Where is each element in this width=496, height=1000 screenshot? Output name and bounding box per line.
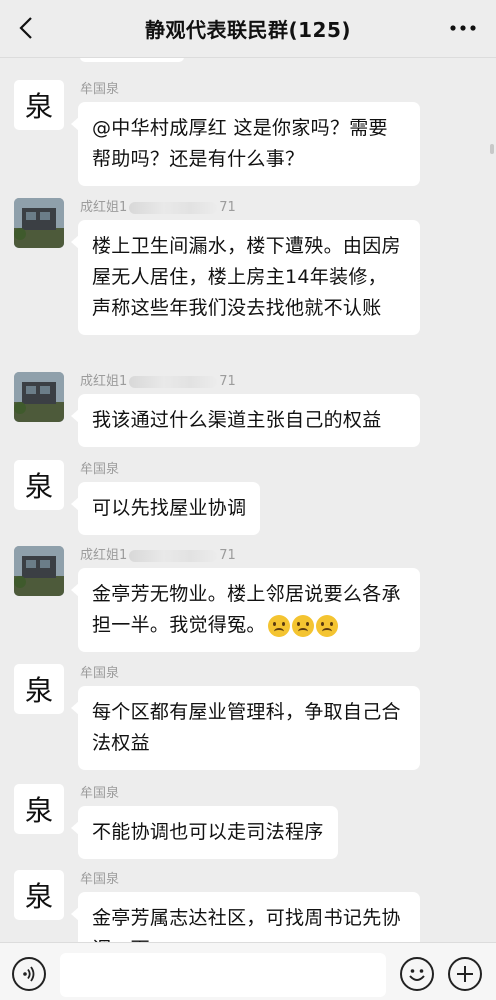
voice-button[interactable] [12, 957, 46, 991]
message-bubble[interactable]: 不能协调也可以走司法程序 [71, 806, 338, 859]
page-title: 静观代表联民群(125) [144, 18, 352, 42]
emoji-icon [409, 969, 425, 981]
message-bubble[interactable]: 我该通过什么渠道主张自己的权益 [71, 394, 420, 447]
input-bar [0, 942, 496, 1000]
sender-name: 牟国泉 [80, 666, 120, 681]
sender-name: 成红姐1 71 [80, 548, 236, 563]
avatar[interactable] [14, 372, 64, 422]
emoji-button[interactable] [400, 957, 434, 991]
sender-name: 成红姐1 71 [80, 374, 236, 389]
plus-button[interactable] [448, 957, 482, 991]
chat-area[interactable]: 泉 牟国泉 @中华村成厚红 这是你家吗？需要帮助吗？还是有什么事？ 成红姐1 71… [0, 58, 496, 942]
header-bar: 静观代表联民群(125) [0, 0, 496, 58]
house-photo-icon [14, 372, 64, 422]
message-input[interactable] [60, 953, 386, 997]
sender-name: 牟国泉 [80, 82, 120, 97]
avatar[interactable]: 泉 [14, 664, 64, 714]
house-photo-icon [14, 546, 64, 596]
house-photo-icon [14, 198, 64, 248]
back-button[interactable] [12, 14, 40, 42]
sender-name: 成红姐1 71 [80, 200, 236, 215]
frowning-face-emoji-icon [267, 614, 290, 637]
message-bubble[interactable]: 楼上卫生间漏水，楼下遭殃。由因房屋无人居住，楼上房主14年装修，声称这些年我们没… [71, 220, 420, 335]
message-bubble[interactable]: 可以先找屋业协调 [70, 482, 261, 535]
avatar[interactable]: 泉 [14, 80, 64, 130]
message-bubble[interactable]: 金亭芳无物业。楼上邻居说要么各承担一半。我觉得冤。 [71, 568, 420, 652]
avatar[interactable] [14, 546, 64, 596]
more-dots-icon [450, 25, 476, 31]
more-button[interactable] [448, 16, 478, 40]
scroll-indicator[interactable] [490, 144, 494, 154]
avatar[interactable]: 泉 [14, 460, 64, 510]
avatar[interactable] [14, 198, 64, 248]
sender-name: 牟国泉 [80, 462, 120, 477]
message-bubble[interactable]: 每个区都有屋业管理科，争取自己合法权益 [71, 686, 420, 770]
message-bubble[interactable]: 金亭芳属志达社区，可找周书记先协调一下 [71, 892, 420, 942]
voice-icon [23, 966, 35, 982]
frowning-face-emoji-icon [291, 614, 314, 637]
message-bubble[interactable]: @中华村成厚红 这是你家吗？需要帮助吗？还是有什么事？ [71, 102, 420, 186]
previous-bubble-edge [80, 58, 184, 62]
avatar[interactable]: 泉 [14, 870, 64, 920]
frowning-face-emoji-icon [315, 614, 338, 637]
avatar[interactable]: 泉 [14, 784, 64, 834]
plus-icon [457, 966, 473, 982]
sender-name: 牟国泉 [80, 872, 120, 887]
chevron-left-icon [19, 17, 32, 39]
sender-name: 牟国泉 [80, 786, 120, 801]
